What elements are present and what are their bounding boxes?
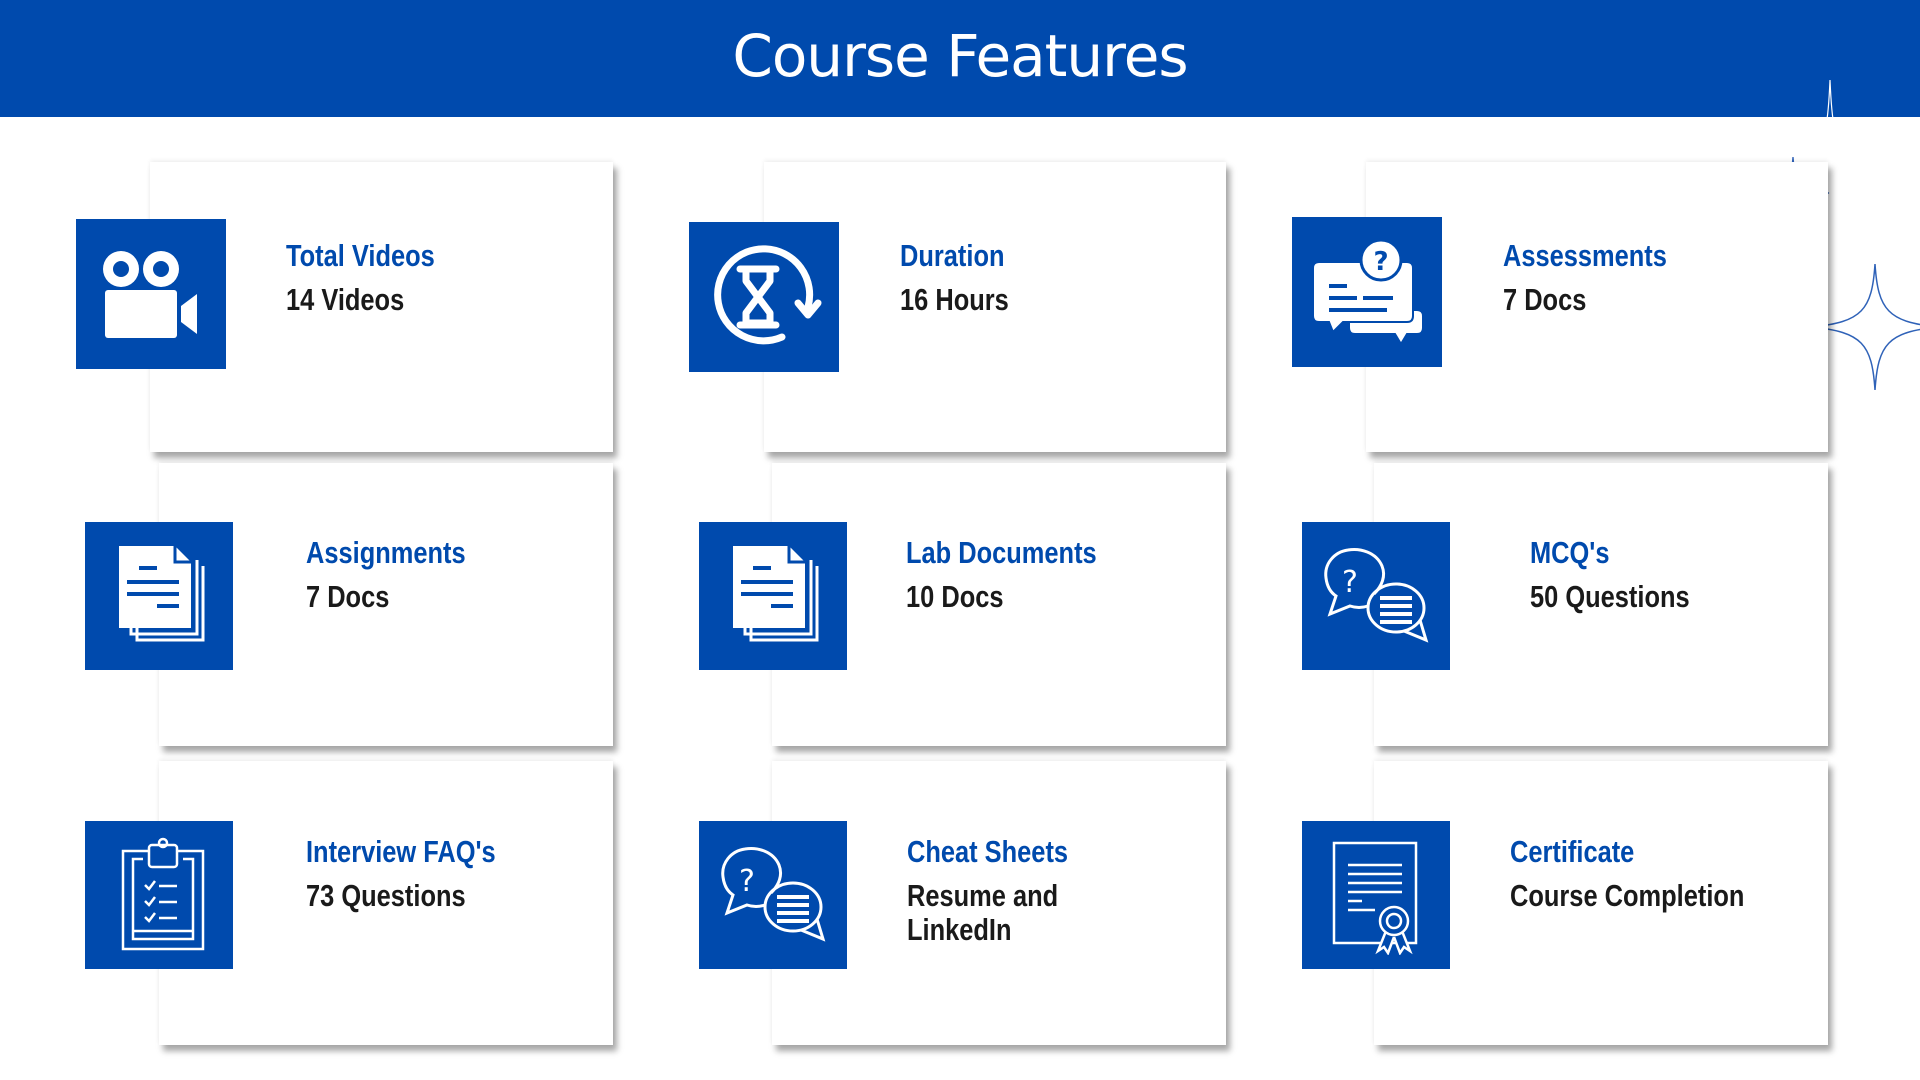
feature-value: Course Completion [1510, 878, 1745, 913]
feature-icon-box: ? [1292, 217, 1442, 367]
feature-text: Certificate Course Completion [1510, 834, 1796, 913]
feature-text: Interview FAQ's 73 Questions [306, 834, 537, 913]
documents-icon [119, 546, 205, 642]
feature-title: Interview FAQ's [306, 834, 496, 869]
feature-icon-box: ? [1302, 522, 1450, 670]
feature-text: Assignments 7 Docs [306, 535, 501, 614]
feature-value: 50 Questions [1530, 579, 1690, 614]
feature-text: Duration 16 Hours [900, 238, 1033, 317]
feature-title: Assignments [306, 535, 466, 570]
feature-title: Duration [900, 238, 1005, 273]
question-speech-bubbles-icon: ? [721, 847, 826, 942]
feature-text: Lab Documents 10 Docs [906, 535, 1139, 614]
svg-text:?: ? [739, 864, 755, 899]
feature-value-line: Resume and [907, 878, 1059, 913]
header-banner: Course Features [0, 0, 1920, 117]
feature-icon-box [76, 219, 226, 369]
page-title: Course Features [732, 22, 1188, 90]
feature-icon-box [689, 222, 839, 372]
feature-value: 16 Hours [900, 282, 1009, 317]
feature-title: MCQ's [1530, 535, 1610, 570]
question-chat-icon: ? [1312, 238, 1424, 346]
certificate-icon [1332, 841, 1418, 955]
feature-title: Cheat Sheets [907, 834, 1069, 869]
svg-text:?: ? [1342, 565, 1358, 600]
documents-icon [733, 546, 819, 642]
video-camera-icon [103, 251, 197, 338]
feature-icon-box [1302, 821, 1450, 969]
clipboard-checklist-icon [121, 837, 205, 951]
svg-text:?: ? [1373, 247, 1388, 277]
feature-value: 73 Questions [306, 878, 466, 913]
feature-title: Certificate [1510, 834, 1635, 869]
feature-title: Assessments [1503, 238, 1667, 273]
feature-text: Total Videos 14 Videos [286, 238, 467, 317]
feature-text: MCQ's 50 Questions [1530, 535, 1725, 614]
question-speech-bubbles-icon: ? [1324, 548, 1429, 643]
feature-value: 10 Docs [906, 579, 1004, 614]
feature-icon-box: ? [699, 821, 847, 969]
feature-title: Total Videos [286, 238, 435, 273]
feature-value: 14 Videos [286, 282, 405, 317]
feature-icon-box [85, 522, 233, 670]
feature-value-line: LinkedIn [907, 912, 1012, 947]
hourglass-refresh-icon [714, 245, 822, 345]
feature-title: Lab Documents [906, 535, 1097, 570]
feature-icon-box [699, 522, 847, 670]
feature-icon-box [85, 821, 233, 969]
feature-value: 7 Docs [1503, 282, 1587, 317]
feature-text: Cheat Sheets Resume and LinkedIn [907, 834, 1103, 947]
feature-text: Assessments 7 Docs [1503, 238, 1703, 317]
feature-value: 7 Docs [306, 579, 390, 614]
